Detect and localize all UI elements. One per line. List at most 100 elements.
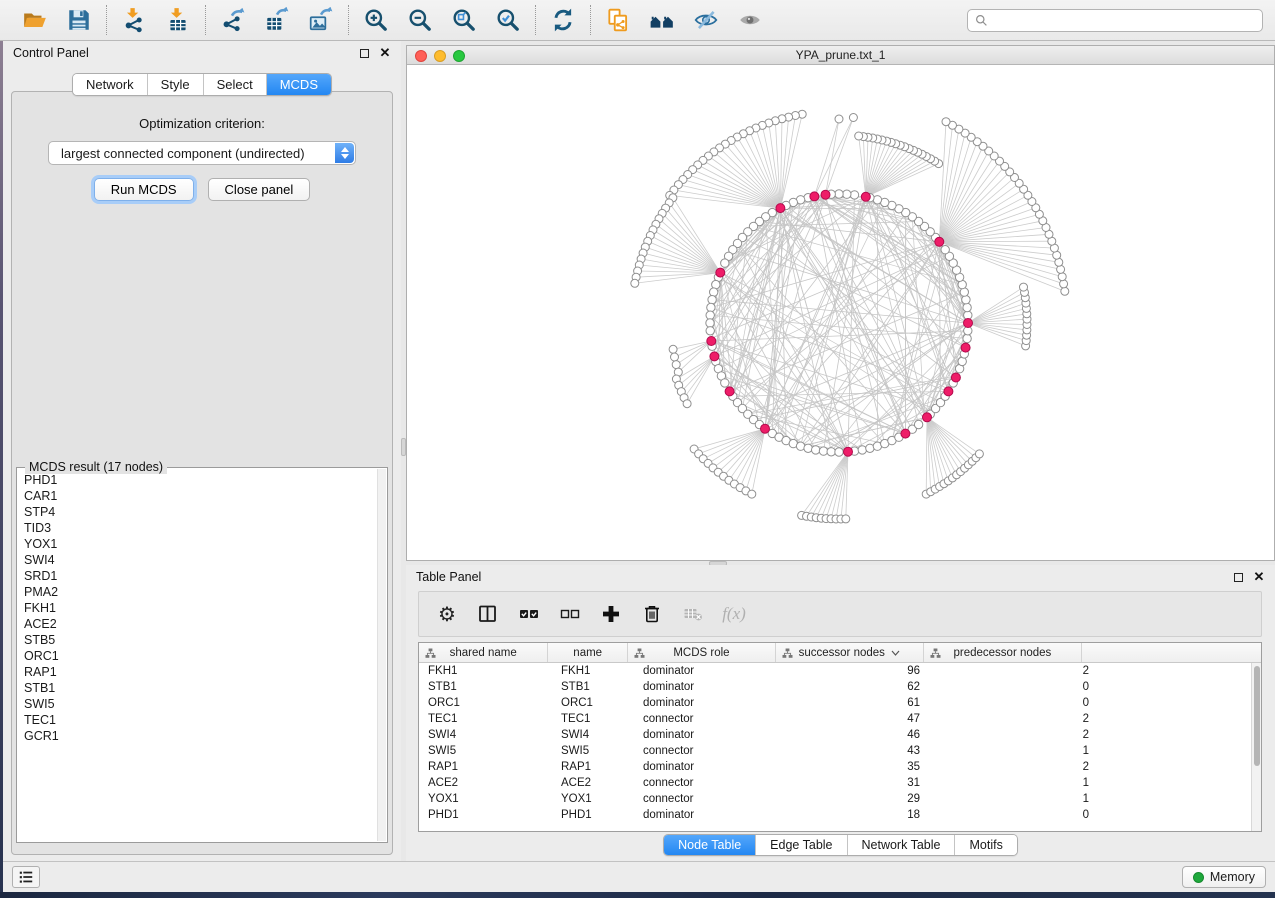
mcds-result-item[interactable]: STB1 (24, 680, 377, 696)
close-panel-button[interactable]: ✕ (379, 47, 391, 59)
table-row[interactable]: ACE2ACE2connector311 (419, 775, 1251, 791)
tab-edge-table[interactable]: Edge Table (755, 835, 846, 855)
dominator-node[interactable] (776, 204, 785, 213)
window-minimize-icon[interactable] (434, 50, 446, 62)
dominator-node[interactable] (761, 424, 770, 433)
cell-name[interactable]: SWI5 (552, 743, 634, 759)
function-builder-button[interactable]: f(x) (722, 602, 746, 626)
cell-MCDS-role[interactable]: dominator (634, 679, 786, 695)
export-table-button[interactable] (260, 4, 294, 36)
cell-successor-nodes[interactable]: 18 (786, 807, 938, 823)
cell-predecessor-nodes[interactable]: 2 (938, 711, 1101, 727)
import-table-button[interactable] (161, 4, 195, 36)
cell-shared-name[interactable]: ORC1 (419, 695, 552, 711)
search-field[interactable] (967, 9, 1263, 32)
cell-predecessor-nodes[interactable]: 2 (938, 663, 1101, 679)
float-panel-button[interactable] (1232, 571, 1244, 583)
table-row[interactable]: SWI4SWI4dominator462 (419, 727, 1251, 743)
cell-name[interactable]: PHD1 (552, 807, 634, 823)
cell-MCDS-role[interactable]: connector (634, 775, 786, 791)
table-row[interactable]: ORC1ORC1dominator610 (419, 695, 1251, 711)
tab-style[interactable]: Style (147, 74, 203, 95)
column-header-MCDS-role[interactable]: MCDS role (628, 643, 776, 662)
dominator-node[interactable] (961, 343, 970, 352)
mcds-result-item[interactable]: STB5 (24, 632, 377, 648)
task-history-button[interactable] (12, 866, 40, 888)
dominator-node[interactable] (707, 337, 716, 346)
close-panel-button-mcds[interactable]: Close panel (208, 178, 311, 201)
run-mcds-button[interactable]: Run MCDS (94, 178, 194, 201)
zoom-fit-button[interactable] (447, 4, 481, 36)
tab-network[interactable]: Network (73, 74, 147, 95)
cell-name[interactable]: ORC1 (552, 695, 634, 711)
mcds-result-item[interactable]: YOX1 (24, 536, 377, 552)
dominator-node[interactable] (944, 387, 953, 396)
show-all-button[interactable] (733, 4, 767, 36)
cell-predecessor-nodes[interactable]: 2 (938, 727, 1101, 743)
cell-shared-name[interactable]: TEC1 (419, 711, 552, 727)
dominator-node[interactable] (821, 190, 830, 199)
cell-MCDS-role[interactable]: dominator (634, 695, 786, 711)
tab-node-table[interactable]: Node Table (664, 835, 755, 855)
table-row[interactable]: YOX1YOX1connector291 (419, 791, 1251, 807)
hide-selected-button[interactable] (689, 4, 723, 36)
table-row[interactable]: FKH1FKH1dominator962 (419, 663, 1251, 679)
tab-motifs[interactable]: Motifs (954, 835, 1016, 855)
first-neighbors-button[interactable] (645, 4, 679, 36)
cell-MCDS-role[interactable]: connector (634, 711, 786, 727)
search-input[interactable] (993, 13, 1255, 27)
column-header-predecessor-nodes[interactable]: predecessor nodes (924, 643, 1082, 662)
column-header-shared-name[interactable]: shared name (419, 643, 548, 662)
export-network-button[interactable] (216, 4, 250, 36)
cell-successor-nodes[interactable]: 43 (786, 743, 938, 759)
mcds-result-item[interactable]: CAR1 (24, 488, 377, 504)
mcds-result-item[interactable]: SWI5 (24, 696, 377, 712)
tab-select[interactable]: Select (203, 74, 266, 95)
dominator-node[interactable] (861, 192, 870, 201)
cell-shared-name[interactable]: FKH1 (419, 663, 552, 679)
cell-name[interactable]: YOX1 (552, 791, 634, 807)
cell-name[interactable]: ACE2 (552, 775, 634, 791)
dominator-node[interactable] (710, 352, 719, 361)
mcds-result-item[interactable]: SWI4 (24, 552, 377, 568)
dominator-node[interactable] (923, 413, 932, 422)
open-file-button[interactable] (18, 4, 52, 36)
zoom-selected-button[interactable] (491, 4, 525, 36)
cell-predecessor-nodes[interactable]: 0 (938, 679, 1101, 695)
cell-name[interactable]: RAP1 (552, 759, 634, 775)
mcds-result-item[interactable]: FKH1 (24, 600, 377, 616)
cell-MCDS-role[interactable]: dominator (634, 807, 786, 823)
mcds-result-item[interactable]: GCR1 (24, 728, 377, 744)
mcds-result-item[interactable]: RAP1 (24, 664, 377, 680)
memory-button[interactable]: Memory (1182, 866, 1266, 888)
cell-predecessor-nodes[interactable]: 0 (938, 807, 1101, 823)
cell-name[interactable]: STB1 (552, 679, 634, 695)
table-row[interactable]: PHD1PHD1dominator180 (419, 807, 1251, 823)
cell-MCDS-role[interactable]: dominator (634, 727, 786, 743)
cell-predecessor-nodes[interactable]: 1 (938, 775, 1101, 791)
cell-name[interactable]: TEC1 (552, 711, 634, 727)
cell-shared-name[interactable]: STB1 (419, 679, 552, 695)
float-panel-button[interactable] (358, 47, 370, 59)
table-scrollbar[interactable] (1251, 663, 1261, 831)
delete-column-button[interactable] (640, 602, 664, 626)
network-window-titlebar[interactable]: YPA_prune.txt_1 (407, 46, 1274, 65)
tab-mcds[interactable]: MCDS (266, 74, 331, 95)
table-row[interactable]: TEC1TEC1connector472 (419, 711, 1251, 727)
cell-predecessor-nodes[interactable]: 1 (938, 791, 1101, 807)
window-close-icon[interactable] (415, 50, 427, 62)
cell-name[interactable]: SWI4 (552, 727, 634, 743)
optimization-criterion-select[interactable]: largest connected component (undirected) (48, 141, 356, 165)
save-session-button[interactable] (62, 4, 96, 36)
dominator-node[interactable] (964, 319, 973, 328)
cell-MCDS-role[interactable]: connector (634, 791, 786, 807)
table-row[interactable]: STB1STB1dominator620 (419, 679, 1251, 695)
cell-successor-nodes[interactable]: 29 (786, 791, 938, 807)
mcds-result-scrollbar[interactable] (377, 469, 386, 841)
dominator-node[interactable] (951, 373, 960, 382)
cell-shared-name[interactable]: SWI4 (419, 727, 552, 743)
zoom-in-button[interactable] (359, 4, 393, 36)
dominator-node[interactable] (844, 447, 853, 456)
mcds-result-item[interactable]: PHD1 (24, 472, 377, 488)
export-image-button[interactable] (304, 4, 338, 36)
